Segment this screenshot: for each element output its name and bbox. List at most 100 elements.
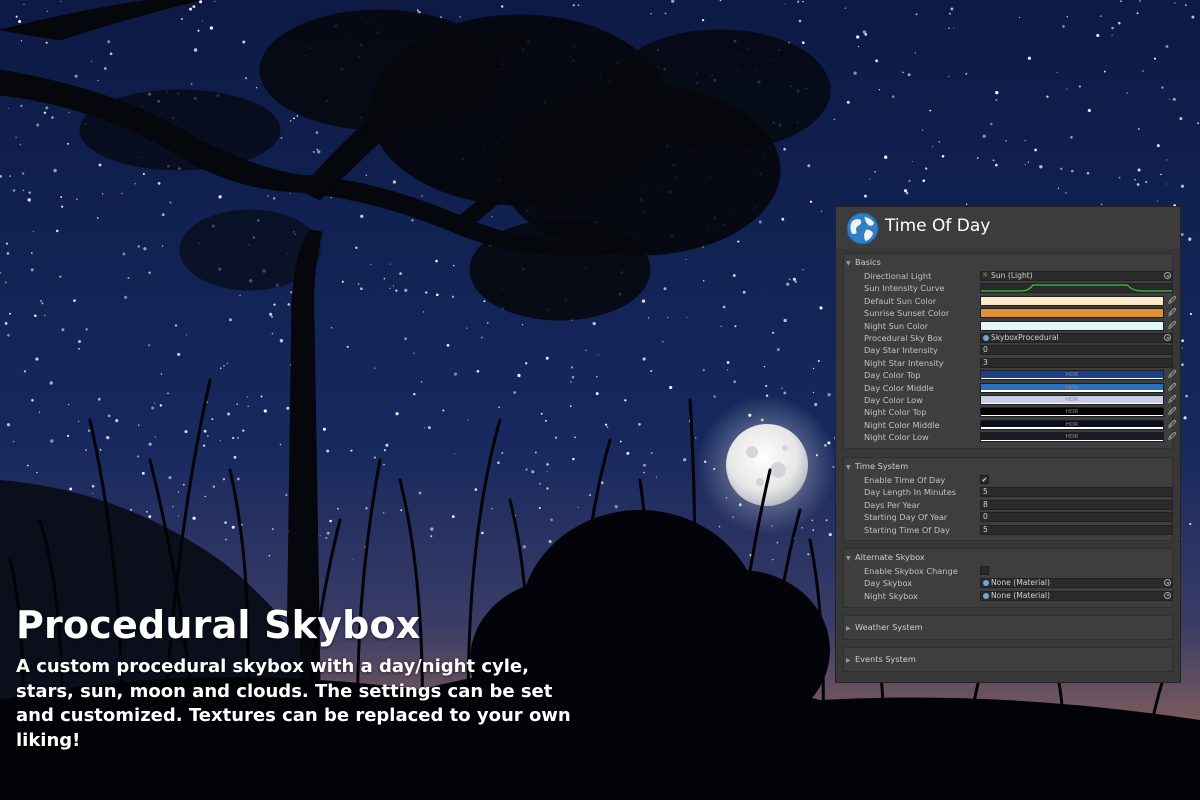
- alternate-skybox-foldout[interactable]: ▼ Alternate Skybox: [846, 552, 925, 563]
- star: [902, 71, 904, 74]
- night-color-middle-swatch[interactable]: HDR: [980, 419, 1164, 430]
- star: [325, 536, 328, 539]
- star: [1019, 16, 1021, 18]
- days-per-year-input[interactable]: 8: [980, 499, 1173, 510]
- star: [227, 412, 231, 416]
- night-color-middle-label: Night Color Middle: [864, 419, 940, 430]
- night-color-top-swatch[interactable]: HDR: [980, 407, 1164, 418]
- sun-intensity-curve-field[interactable]: [980, 283, 1173, 294]
- star: [161, 213, 165, 217]
- star: [223, 365, 225, 367]
- eyedropper-icon[interactable]: 🖉: [1168, 383, 1177, 393]
- star: [151, 406, 155, 410]
- star: [1189, 312, 1192, 316]
- star: [595, 375, 598, 378]
- star: [383, 463, 385, 466]
- events-system-foldout[interactable]: ▶ Events System: [846, 654, 916, 665]
- events-system-section[interactable]: ▶ Events System: [843, 647, 1173, 672]
- star: [1197, 122, 1200, 125]
- night-color-low-swatch[interactable]: HDR: [980, 432, 1164, 443]
- eyedropper-icon[interactable]: 🖉: [1168, 407, 1177, 417]
- day-length-input[interactable]: 5: [980, 487, 1173, 498]
- eyedropper-icon[interactable]: 🖉: [1168, 321, 1177, 331]
- star: [182, 483, 185, 486]
- star: [12, 189, 16, 192]
- star: [28, 191, 31, 194]
- day-star-intensity-input[interactable]: 0: [980, 345, 1173, 356]
- star: [270, 315, 274, 318]
- star: [572, 4, 575, 7]
- star: [521, 324, 524, 326]
- star: [1137, 168, 1141, 172]
- star: [817, 359, 820, 363]
- star: [550, 518, 553, 522]
- star: [23, 370, 27, 373]
- starting-time-input[interactable]: 5: [980, 524, 1173, 535]
- star: [350, 449, 353, 452]
- star: [577, 4, 580, 6]
- directional-light-field[interactable]: ☼ Sun (Light): [980, 271, 1173, 281]
- starting-time-row: Starting Time Of Day 5: [844, 524, 1173, 536]
- starting-day-input[interactable]: 0: [980, 512, 1173, 523]
- eyedropper-icon[interactable]: 🖉: [1168, 308, 1177, 318]
- star: [701, 18, 705, 22]
- weather-system-section[interactable]: ▶ Weather System: [843, 615, 1173, 640]
- star: [667, 316, 669, 319]
- day-color-top-swatch[interactable]: HDR: [980, 370, 1164, 381]
- star: [726, 369, 729, 371]
- star: [783, 147, 786, 151]
- object-picker-icon[interactable]: [1164, 579, 1171, 587]
- star: [36, 471, 38, 474]
- time-system-foldout[interactable]: ▼ Time System: [846, 461, 908, 472]
- star: [641, 299, 646, 303]
- basics-foldout[interactable]: ▼ Basics: [846, 257, 881, 268]
- star: [103, 66, 107, 70]
- star: [370, 263, 372, 266]
- object-picker-icon[interactable]: [1164, 591, 1171, 599]
- sunrise-sunset-color-swatch[interactable]: [980, 308, 1164, 319]
- star: [231, 525, 235, 529]
- star: [1034, 148, 1037, 152]
- star: [781, 387, 783, 390]
- star: [811, 519, 814, 522]
- star: [365, 174, 367, 176]
- enable-skybox-change-checkbox[interactable]: [980, 566, 989, 575]
- star: [35, 357, 39, 361]
- night-star-intensity-input[interactable]: 3: [980, 357, 1173, 368]
- object-picker-icon[interactable]: [1164, 334, 1171, 341]
- enable-time-of-day-checkbox[interactable]: ✔: [980, 475, 989, 484]
- star: [875, 59, 879, 63]
- star: [6, 423, 11, 427]
- eyedropper-icon[interactable]: 🖉: [1168, 420, 1177, 430]
- star: [373, 456, 376, 459]
- star: [355, 246, 358, 249]
- object-picker-icon[interactable]: [1164, 272, 1171, 279]
- star: [1062, 25, 1065, 28]
- eyedropper-icon[interactable]: 🖉: [1168, 370, 1177, 380]
- star: [655, 476, 658, 478]
- star: [51, 116, 54, 119]
- night-skybox-field[interactable]: None (Material): [980, 590, 1173, 601]
- day-color-low-label: Day Color Low: [864, 395, 923, 405]
- day-color-middle-swatch[interactable]: HDR: [980, 382, 1164, 393]
- eyedropper-icon[interactable]: 🖉: [1168, 296, 1177, 306]
- star: [948, 75, 950, 78]
- eyedropper-icon[interactable]: 🖉: [1168, 395, 1177, 405]
- star: [1111, 34, 1113, 36]
- star: [903, 189, 908, 193]
- weather-system-foldout[interactable]: ▶ Weather System: [846, 622, 923, 633]
- procedural-sky-box-field[interactable]: SkyboxProcedural: [980, 333, 1173, 343]
- star: [271, 528, 274, 531]
- day-color-low-swatch[interactable]: HDR: [980, 395, 1164, 405]
- default-sun-color-swatch[interactable]: [980, 295, 1164, 306]
- star: [427, 426, 431, 430]
- star: [219, 367, 222, 369]
- star: [476, 369, 480, 373]
- day-skybox-field[interactable]: None (Material): [980, 578, 1173, 589]
- night-sun-color-swatch[interactable]: [980, 320, 1164, 331]
- eyedropper-icon[interactable]: 🖉: [1168, 432, 1177, 442]
- star: [268, 554, 271, 557]
- star: [807, 553, 810, 556]
- material-icon: [983, 335, 989, 341]
- star: [1056, 71, 1058, 74]
